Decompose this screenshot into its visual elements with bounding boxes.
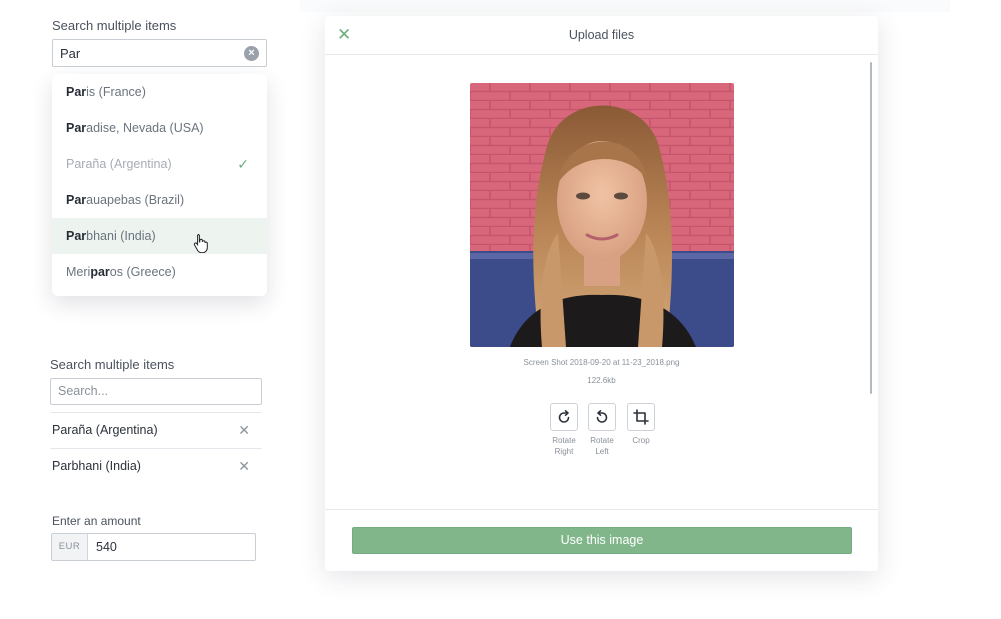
- use-image-button[interactable]: Use this image: [352, 527, 852, 554]
- dropdown-option-paris[interactable]: Paris (France): [52, 74, 267, 110]
- selected-item: Parbhani (India) ✕: [50, 448, 262, 484]
- dropdown-option-parbhani[interactable]: Parbhani (India): [52, 218, 267, 254]
- rotate-left-icon: [596, 410, 608, 423]
- remove-icon[interactable]: ✕: [238, 449, 250, 484]
- clear-circle-icon[interactable]: ×: [244, 46, 259, 61]
- search-label: Search multiple items: [52, 18, 177, 33]
- dropdown-option-paradise[interactable]: Paradise, Nevada (USA): [52, 110, 267, 146]
- dropdown-option-meriparos[interactable]: Meriparos (Greece): [52, 254, 267, 290]
- search-field[interactable]: [58, 384, 248, 398]
- rotate-right-button[interactable]: [550, 403, 578, 431]
- modal-footer-divider: [325, 509, 878, 510]
- search-input[interactable]: Par ×: [52, 39, 267, 67]
- tool-label: Crop: [632, 436, 650, 445]
- file-size: 122.6kb: [587, 376, 616, 385]
- amount-value[interactable]: 540: [96, 540, 117, 554]
- file-name: Screen Shot 2018-09-20 at 11-23_2018.png: [523, 358, 680, 367]
- background-panel: [300, 0, 950, 12]
- crop-tool: Crop: [626, 403, 656, 446]
- amount-label: Enter an amount: [52, 514, 141, 528]
- hand-cursor-icon: [193, 234, 208, 253]
- uploaded-photo: [470, 83, 734, 347]
- scrollbar[interactable]: [870, 62, 872, 394]
- dropdown-option-parana[interactable]: Paraña (Argentina) ✓: [52, 146, 267, 182]
- crop-button[interactable]: [627, 403, 655, 431]
- search-label-2: Search multiple items: [50, 357, 175, 372]
- rotate-left-button[interactable]: [588, 403, 616, 431]
- search-dropdown: Paris (France) Paradise, Nevada (USA) Pa…: [52, 74, 267, 296]
- search-input-2[interactable]: [50, 378, 262, 405]
- tool-label: Right: [554, 447, 574, 456]
- rotate-left-tool: Rotate Left: [587, 403, 617, 457]
- amount-field[interactable]: EUR 540: [51, 533, 256, 561]
- upload-modal: ✕ Upload files Screen Shot 2018-09-20 at…: [325, 16, 878, 571]
- tool-label: Rotate: [552, 436, 576, 445]
- dropdown-option-parauapebas[interactable]: Parauapebas (Brazil): [52, 182, 267, 218]
- rotate-right-tool: Rotate Right: [549, 403, 579, 457]
- checkmark-icon: ✓: [237, 156, 249, 172]
- modal-title: Upload files: [568, 28, 635, 42]
- selected-item: Paraña (Argentina) ✕: [50, 412, 262, 448]
- modal-header: ✕ Upload files: [325, 16, 878, 55]
- currency-prefix: EUR: [52, 534, 88, 560]
- rotate-right-icon: [558, 410, 570, 423]
- tool-label: Rotate: [590, 436, 614, 445]
- crop-icon: [633, 409, 649, 425]
- remove-icon[interactable]: ✕: [238, 413, 250, 448]
- search-input-value[interactable]: Par: [60, 46, 80, 61]
- tool-label: Left: [595, 447, 609, 456]
